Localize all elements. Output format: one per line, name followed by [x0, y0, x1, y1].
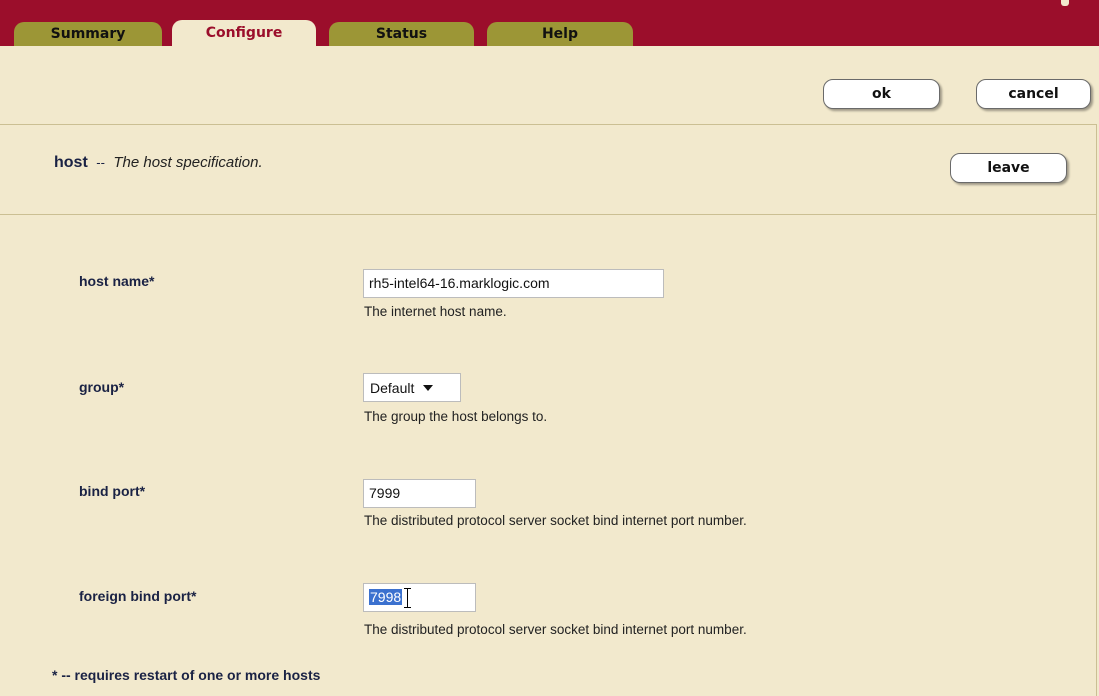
chevron-down-icon — [423, 384, 434, 391]
text-cursor-icon — [403, 588, 412, 608]
section-heading: host -- The host specification. — [54, 154, 263, 172]
tab-help[interactable]: Help — [487, 22, 633, 46]
ok-button[interactable]: ok — [823, 79, 940, 109]
section-description: The host specification. — [113, 154, 263, 171]
bind-port-input[interactable]: 7999 — [363, 479, 476, 508]
tab-summary[interactable]: Summary — [14, 22, 162, 46]
group-select-value: Default — [370, 379, 415, 396]
group-select[interactable]: Default — [363, 373, 461, 402]
bind-port-label: bind port* — [79, 483, 146, 499]
foreign-bind-port-value: 7998 — [369, 588, 403, 605]
host-name-input[interactable]: rh5-intel64-16.marklogic.com — [363, 269, 664, 298]
bind-port-hint: The distributed protocol server socket b… — [364, 513, 747, 528]
leave-button[interactable]: leave — [950, 153, 1067, 183]
restart-footnote: * -- requires restart of one or more hos… — [52, 667, 321, 683]
foreign-bind-port-hint: The distributed protocol server socket b… — [364, 622, 747, 637]
tab-configure[interactable]: Configure — [172, 20, 316, 46]
group-label: group* — [79, 379, 125, 395]
host-name-label: host name* — [79, 273, 155, 289]
section-name: host — [54, 154, 88, 171]
foreign-bind-port-input[interactable]: 7998 — [363, 583, 476, 612]
tab-status[interactable]: Status — [329, 22, 474, 46]
host-name-hint: The internet host name. — [364, 304, 507, 319]
corner-mark — [1061, 0, 1069, 6]
foreign-bind-port-label: foreign bind port* — [79, 588, 197, 604]
group-hint: The group the host belongs to. — [364, 409, 548, 424]
cancel-button[interactable]: cancel — [976, 79, 1091, 109]
heading-separator: -- — [96, 155, 105, 170]
